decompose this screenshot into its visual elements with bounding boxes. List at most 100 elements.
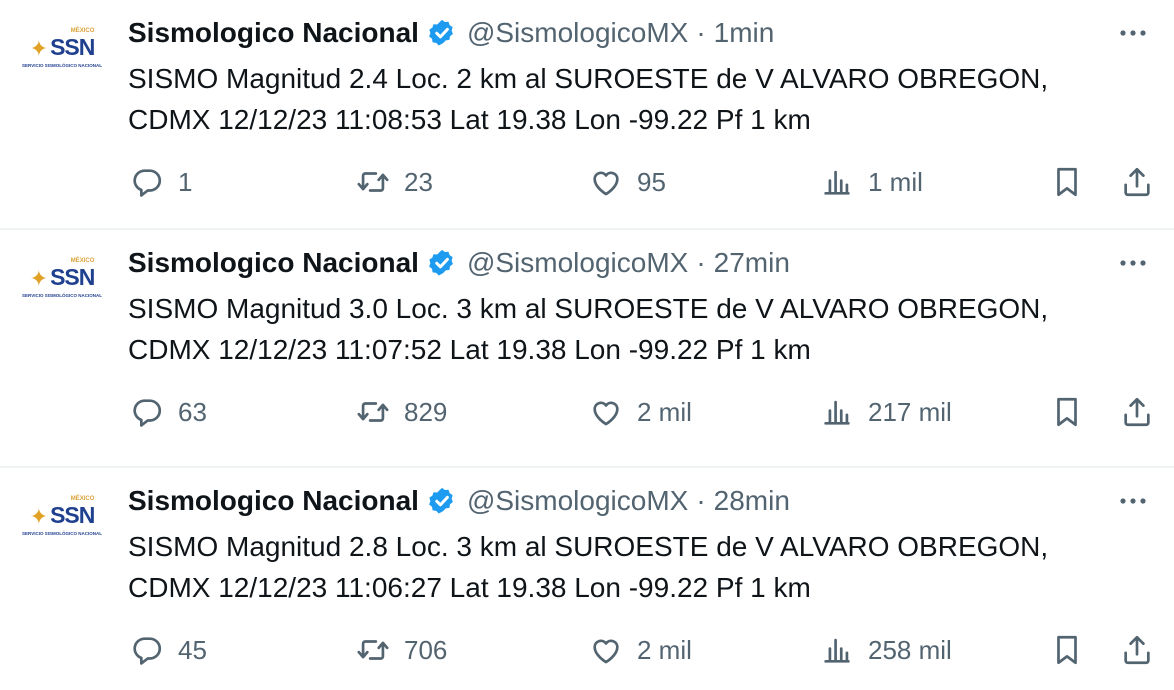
share-button[interactable] — [1120, 162, 1154, 202]
tweet-header: Sismologico Nacional @SismologicoMX · 28… — [128, 484, 790, 518]
timestamp[interactable]: 27min — [714, 247, 790, 279]
avatar[interactable]: ✦ MÉXICO SSN SERVICIO SISMOLÓGICO NACION… — [14, 248, 110, 314]
tweet-header: Sismologico Nacional @SismologicoMX · 1m… — [128, 16, 774, 50]
heart-icon — [593, 401, 619, 426]
views-chart-icon — [824, 400, 850, 425]
display-name[interactable]: Sismologico Nacional — [128, 247, 419, 279]
logo-text: MÉXICO SSN — [50, 258, 95, 290]
like-button[interactable]: 2 mil — [589, 630, 692, 670]
like-button[interactable]: 95 — [589, 162, 666, 202]
logo-acronym: SSN — [50, 501, 95, 528]
logo-country: MÉXICO — [70, 27, 95, 34]
star-icon: ✦ — [29, 36, 49, 61]
retweet-icon — [357, 172, 389, 192]
logo-text: MÉXICO SSN — [50, 28, 95, 60]
bookmark-icon — [1057, 167, 1077, 197]
tweet-text: SISMO Magnitud 2.8 Loc. 3 km al SUROESTE… — [128, 531, 1049, 603]
reply-count: 1 — [178, 166, 193, 197]
share-icon — [1124, 635, 1150, 665]
share-button[interactable] — [1120, 630, 1154, 670]
tweet-text: SISMO Magnitud 2.4 Loc. 2 km al SUROESTE… — [128, 63, 1049, 135]
views-count: 217 mil — [868, 396, 952, 427]
share-icon — [1124, 397, 1150, 427]
handle[interactable]: @SismologicoMX — [467, 485, 688, 517]
share-icon — [1124, 167, 1150, 197]
logo-subtitle: SERVICIO SISMOLÓGICO NACIONAL — [22, 63, 102, 68]
retweet-button[interactable]: 706 — [356, 630, 447, 670]
like-button[interactable]: 2 mil — [589, 392, 692, 432]
share-button[interactable] — [1120, 392, 1154, 432]
more-options-icon[interactable] — [1118, 28, 1148, 38]
handle[interactable]: @SismologicoMX — [467, 247, 688, 279]
like-count: 2 mil — [637, 396, 692, 427]
logo-subtitle: SERVICIO SISMOLÓGICO NACIONAL — [22, 531, 102, 536]
logo-text: MÉXICO SSN — [50, 496, 95, 528]
views-button[interactable]: 1 mil — [820, 162, 923, 202]
views-count: 1 mil — [868, 166, 923, 197]
star-icon: ✦ — [29, 266, 49, 291]
ssn-logo: ✦ MÉXICO SSN — [29, 496, 96, 529]
tweet[interactable]: ✦ MÉXICO SSN SERVICIO SISMOLÓGICO NACION… — [0, 228, 1174, 456]
retweet-count: 23 — [404, 166, 433, 197]
tweet-feed: ✦ MÉXICO SSN SERVICIO SISMOLÓGICO NACION… — [0, 0, 1174, 690]
retweet-count: 829 — [404, 396, 448, 427]
heart-icon — [593, 639, 619, 664]
more-options-icon[interactable] — [1118, 258, 1148, 268]
reply-button[interactable]: 63 — [130, 392, 207, 432]
retweet-button[interactable]: 23 — [356, 162, 433, 202]
retweet-icon — [357, 640, 389, 660]
reply-count: 63 — [178, 396, 207, 427]
action-bar: 1 23 95 1 mil — [0, 162, 1174, 202]
reply-count: 45 — [178, 634, 207, 665]
bookmark-icon — [1057, 397, 1077, 427]
avatar[interactable]: ✦ MÉXICO SSN SERVICIO SISMOLÓGICO NACION… — [14, 18, 110, 84]
views-chart-icon — [824, 170, 850, 195]
reply-icon — [133, 399, 162, 427]
bookmark-button[interactable] — [1050, 392, 1084, 432]
ssn-logo: ✦ MÉXICO SSN — [29, 28, 96, 61]
logo-acronym: SSN — [50, 263, 95, 290]
bookmark-button[interactable] — [1050, 630, 1084, 670]
heart-icon — [593, 171, 619, 196]
views-button[interactable]: 258 mil — [820, 630, 952, 670]
logo-acronym: SSN — [50, 33, 95, 60]
views-chart-icon — [824, 638, 850, 663]
views-count: 258 mil — [868, 634, 952, 665]
handle[interactable]: @SismologicoMX — [467, 17, 688, 49]
separator-dot: · — [696, 17, 706, 48]
verified-badge-icon[interactable] — [427, 18, 457, 48]
tweet[interactable]: ✦ MÉXICO SSN SERVICIO SISMOLÓGICO NACION… — [0, 0, 1174, 228]
timestamp[interactable]: 1min — [714, 17, 775, 49]
action-bar: 45 706 2 mil 258 mil — [0, 630, 1174, 670]
display-name[interactable]: Sismologico Nacional — [128, 17, 419, 49]
retweet-count: 706 — [404, 634, 448, 665]
reply-button[interactable]: 45 — [130, 630, 207, 670]
tweet[interactable]: ✦ MÉXICO SSN SERVICIO SISMOLÓGICO NACION… — [0, 466, 1174, 690]
more-options-icon[interactable] — [1118, 496, 1148, 506]
tweet-text: SISMO Magnitud 3.0 Loc. 3 km al SUROESTE… — [128, 293, 1049, 365]
views-button[interactable]: 217 mil — [820, 392, 952, 432]
action-bar: 63 829 2 mil 217 mil — [0, 392, 1174, 432]
verified-badge-icon[interactable] — [427, 248, 457, 278]
logo-country: MÉXICO — [70, 257, 95, 264]
separator-dot: · — [696, 485, 706, 516]
reply-button[interactable]: 1 — [130, 162, 192, 202]
logo-country: MÉXICO — [70, 495, 95, 502]
retweet-icon — [357, 402, 389, 422]
reply-icon — [133, 169, 162, 197]
star-icon: ✦ — [29, 504, 49, 529]
verified-badge-icon[interactable] — [427, 486, 457, 516]
bookmark-icon — [1057, 635, 1077, 665]
separator-dot: · — [696, 247, 706, 278]
tweet-header: Sismologico Nacional @SismologicoMX · 27… — [128, 246, 790, 280]
like-count: 2 mil — [637, 634, 692, 665]
like-count: 95 — [637, 166, 666, 197]
ssn-logo: ✦ MÉXICO SSN — [29, 258, 96, 291]
avatar[interactable]: ✦ MÉXICO SSN SERVICIO SISMOLÓGICO NACION… — [14, 486, 110, 552]
retweet-button[interactable]: 829 — [356, 392, 447, 432]
logo-subtitle: SERVICIO SISMOLÓGICO NACIONAL — [22, 293, 102, 298]
timestamp[interactable]: 28min — [714, 485, 790, 517]
bookmark-button[interactable] — [1050, 162, 1084, 202]
reply-icon — [133, 637, 162, 665]
display-name[interactable]: Sismologico Nacional — [128, 485, 419, 517]
